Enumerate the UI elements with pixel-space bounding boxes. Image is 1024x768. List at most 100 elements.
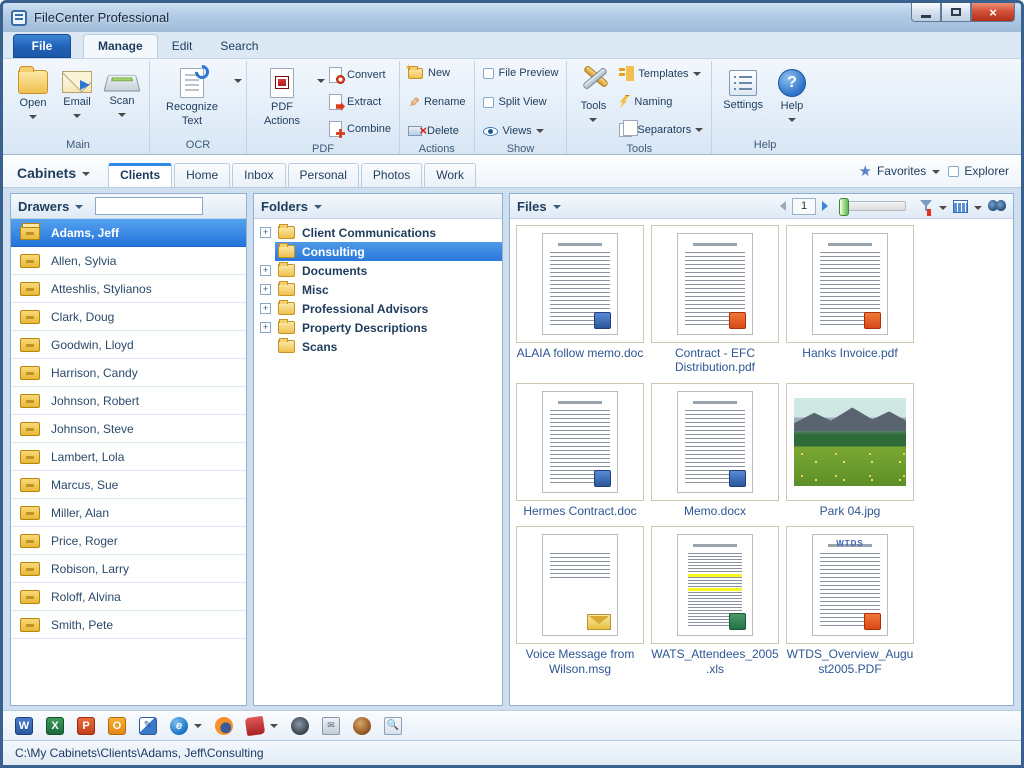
expand-plus-icon[interactable]: + [260, 322, 271, 333]
drawer-item[interactable]: Clark, Doug [11, 303, 246, 331]
drawer-item[interactable]: Adams, Jeff [11, 219, 246, 247]
next-page-icon[interactable] [822, 201, 828, 211]
drawer-item[interactable]: Lambert, Lola [11, 443, 246, 471]
filter-dropdown-icon[interactable] [939, 206, 947, 210]
file-item[interactable]: Hanks Invoice.pdf [786, 225, 914, 375]
drawer-item[interactable]: Allen, Sylvia [11, 247, 246, 275]
file-preview-checkbox[interactable] [483, 68, 494, 79]
file-preview-toggle[interactable]: File Preview [483, 67, 559, 79]
file-thumbnail[interactable] [651, 383, 779, 501]
drawer-item[interactable]: Goodwin, Lloyd [11, 331, 246, 359]
drawer-item[interactable]: Miller, Alan [11, 499, 246, 527]
file-thumbnail[interactable] [516, 526, 644, 644]
file-item[interactable]: Voice Message from Wilson.msg [516, 526, 644, 676]
view-mode-dropdown-icon[interactable] [974, 206, 982, 210]
drawer-search-input[interactable] [95, 197, 203, 215]
view-mode-icon[interactable] [953, 200, 968, 213]
cabinets-dropdown-icon[interactable] [82, 172, 90, 176]
drawer-item[interactable]: Marcus, Sue [11, 471, 246, 499]
favorites-button[interactable]: Favorites [877, 164, 926, 178]
tab-edit[interactable]: Edit [158, 35, 207, 58]
camera-app-icon[interactable] [291, 717, 309, 735]
previous-page-icon[interactable] [780, 201, 786, 211]
combine-button[interactable]: Combine [329, 121, 391, 137]
folder-item[interactable]: + Client Communications [260, 223, 502, 242]
cabinet-tab[interactable]: Home [174, 163, 230, 187]
folder-item[interactable]: + Property Descriptions [260, 318, 502, 337]
split-view-checkbox[interactable] [483, 97, 494, 108]
maximize-button[interactable] [941, 3, 971, 22]
drawer-item[interactable]: Harrison, Candy [11, 359, 246, 387]
folders-dropdown-icon[interactable] [314, 205, 322, 209]
filter-icon[interactable] [920, 200, 933, 213]
quick-app-icon[interactable] [353, 717, 371, 735]
file-item[interactable]: ALAIA follow memo.doc [516, 225, 644, 375]
recognize-dropdown-icon[interactable] [234, 79, 242, 83]
file-item[interactable]: Memo.docx [651, 383, 779, 518]
slider-thumb[interactable] [839, 198, 849, 216]
folders-menu[interactable]: Folders [261, 199, 322, 214]
minimize-button[interactable] [911, 3, 941, 22]
open-dropdown-icon[interactable] [29, 115, 37, 119]
open-button[interactable]: Open [11, 63, 55, 119]
settings-button[interactable]: Settings [716, 63, 770, 113]
drawer-item[interactable]: Roloff, Alvina [11, 583, 246, 611]
acrobat-icon[interactable] [245, 715, 265, 735]
file-item[interactable]: Park 04.jpg [786, 383, 914, 518]
tools-button[interactable]: Tools [571, 63, 615, 122]
delete-button[interactable]: Delete [408, 125, 465, 137]
cabinet-tab[interactable]: Photos [361, 163, 422, 187]
cabinet-tab[interactable]: Personal [288, 163, 359, 187]
views-dropdown-icon[interactable] [536, 129, 544, 133]
file-thumbnail[interactable] [651, 526, 779, 644]
drawer-item[interactable]: Johnson, Steve [11, 415, 246, 443]
page-number-input[interactable] [792, 198, 816, 215]
ie-dropdown-icon[interactable] [194, 724, 202, 728]
firefox-icon[interactable] [215, 717, 233, 735]
powerpoint-icon[interactable]: P [77, 717, 95, 735]
tools-dropdown-icon[interactable] [589, 118, 597, 122]
views-button[interactable]: Views [483, 125, 559, 137]
new-button[interactable]: New [408, 67, 465, 79]
tab-search[interactable]: Search [206, 35, 272, 58]
cabinet-tab[interactable]: Clients [108, 163, 172, 187]
separators-dropdown-icon[interactable] [695, 128, 703, 132]
files-menu[interactable]: Files [517, 199, 561, 214]
drawer-item[interactable]: Atteshlis, Stylianos [11, 275, 246, 303]
close-button[interactable]: × [971, 3, 1015, 22]
email-button[interactable]: Email [55, 63, 99, 118]
file-thumbnail[interactable] [786, 225, 914, 343]
favorites-dropdown-icon[interactable] [932, 170, 940, 174]
folder-item[interactable]: + Documents [260, 261, 502, 280]
drawer-item[interactable]: Robison, Larry [11, 555, 246, 583]
email-dropdown-icon[interactable] [73, 114, 81, 118]
help-dropdown-icon[interactable] [788, 118, 796, 122]
folder-item[interactable]: + Scans [260, 337, 502, 356]
convert-button[interactable]: Convert [329, 67, 391, 83]
expand-plus-icon[interactable]: + [260, 227, 271, 238]
drawers-dropdown-icon[interactable] [75, 205, 83, 209]
file-thumbnail[interactable] [651, 225, 779, 343]
separators-button[interactable]: Separators [619, 123, 703, 137]
file-thumbnail[interactable] [516, 383, 644, 501]
templates-button[interactable]: Templates [619, 67, 703, 80]
help-button[interactable]: ? Help [770, 63, 814, 122]
drawer-item[interactable]: Smith, Pete [11, 611, 246, 639]
tab-manage[interactable]: Manage [83, 34, 158, 58]
file-thumbnail[interactable] [786, 383, 914, 501]
scan-dropdown-icon[interactable] [118, 113, 126, 117]
tab-file[interactable]: File [13, 34, 71, 58]
scan-button[interactable]: Scan [99, 63, 145, 117]
cabinet-tab[interactable]: Work [424, 163, 476, 187]
cabinet-tab[interactable]: Inbox [232, 163, 285, 187]
expand-plus-icon[interactable]: + [260, 303, 271, 314]
file-item[interactable]: Contract - EFC Distribution.pdf [651, 225, 779, 375]
search-binoculars-icon[interactable] [988, 200, 1006, 212]
folder-item[interactable]: + Professional Advisors [260, 299, 502, 318]
drawer-item[interactable]: Price, Roger [11, 527, 246, 555]
search-settings-icon[interactable]: 🔍 [384, 717, 402, 735]
explorer-checkbox[interactable] [948, 166, 959, 177]
internet-explorer-icon[interactable]: e [170, 717, 188, 735]
folder-item[interactable]: + Misc [260, 280, 502, 299]
extract-button[interactable]: Extract [329, 94, 391, 110]
